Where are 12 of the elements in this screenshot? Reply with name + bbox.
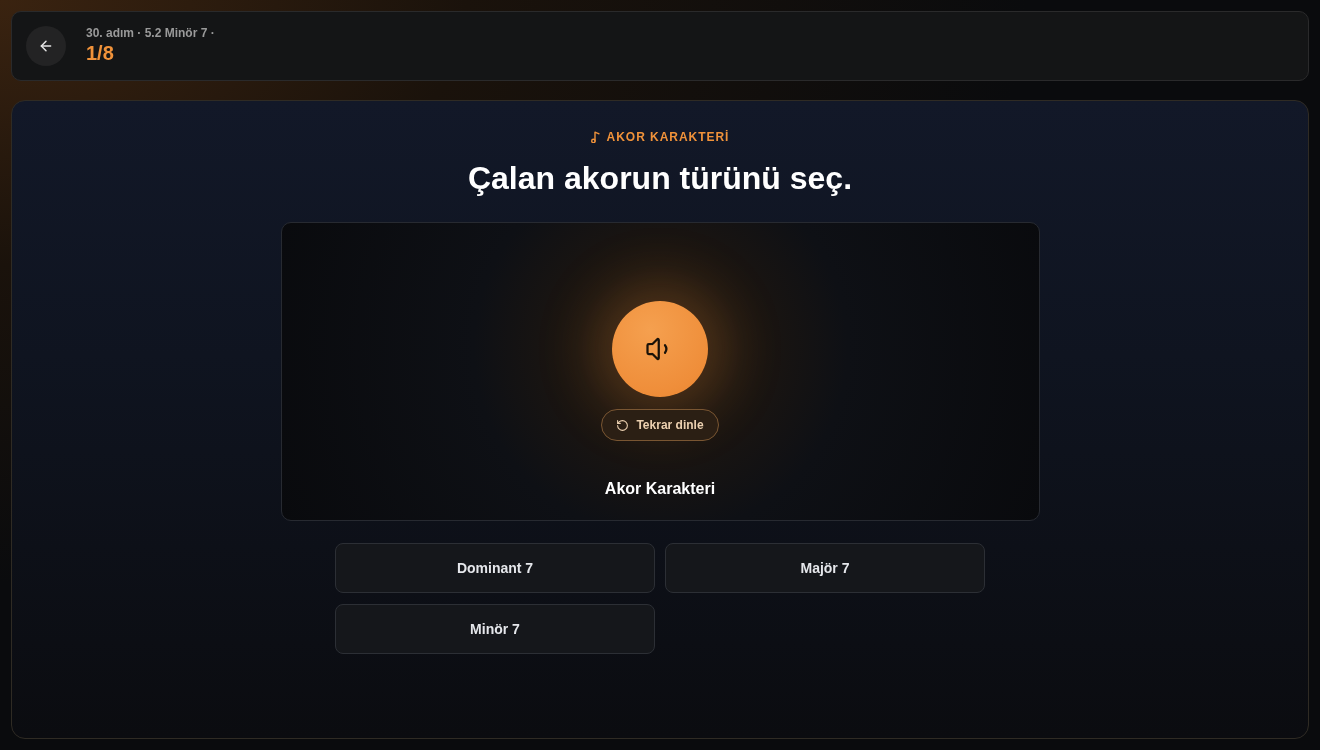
music-note-icon — [590, 131, 600, 143]
breadcrumb-text: 30. adım · 5.2 Minör 7 · — [86, 24, 215, 41]
replay-icon — [616, 418, 630, 432]
answer-option[interactable]: Majör 7 — [665, 543, 985, 593]
progress-counter: 1/8 — [86, 40, 115, 65]
category-label: AKOR KARAKTERİ — [606, 129, 730, 145]
replay-button[interactable]: Tekrar dinle — [601, 409, 719, 441]
answer-option[interactable]: Dominant 7 — [335, 543, 655, 593]
player-caption: Akor Karakteri — [604, 479, 716, 499]
answer-option[interactable]: Minör 7 — [335, 604, 655, 654]
back-button[interactable] — [26, 26, 66, 66]
question-title: Çalan akorun türünü seç. — [467, 159, 853, 198]
